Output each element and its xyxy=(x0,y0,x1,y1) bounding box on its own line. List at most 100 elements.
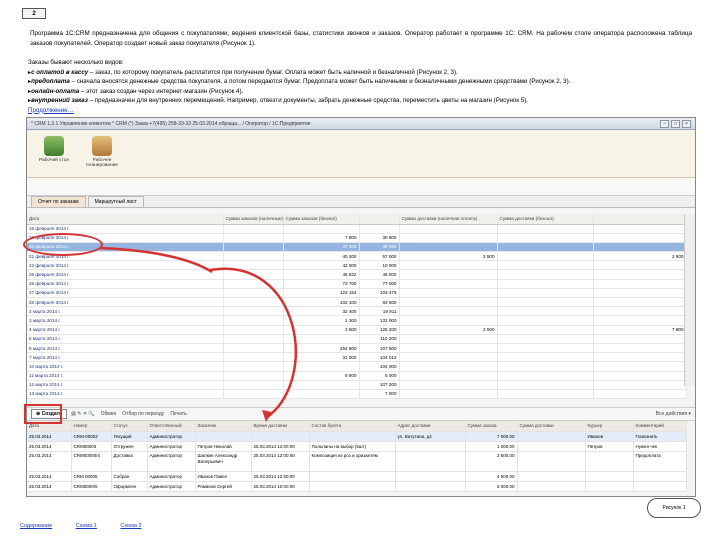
column-header[interactable]: Время доставки xyxy=(251,421,310,432)
table-cell: 6 марта 2014 г. xyxy=(27,343,224,354)
table-cell: 123 154 xyxy=(283,288,360,299)
table-cell: Петров Николай xyxy=(195,441,252,452)
table-cell xyxy=(593,380,687,390)
table-cell: Оформлен xyxy=(111,481,148,492)
table-row[interactable]: 19 февраля 2014 г. 7 800 30 800 xyxy=(27,233,687,243)
table-cell xyxy=(593,297,687,308)
table-cell: 104 000 xyxy=(359,361,400,372)
column-header[interactable]: Номер xyxy=(71,421,112,432)
table-cell: Администратор xyxy=(147,471,196,482)
table-row[interactable]: 28 февраля 2014 г. 102 100 92 500 xyxy=(27,297,687,308)
column-header[interactable]: Ответственный xyxy=(147,421,196,432)
table-cell: 2 500.00 xyxy=(465,451,518,472)
all-actions-menu[interactable]: Все действия ▾ xyxy=(656,411,691,417)
table-cell xyxy=(223,224,284,234)
table-row[interactable]: 3 марта 2014 г. 1 300 131 000 xyxy=(27,315,687,326)
table-row[interactable]: 25.03.2014 CRM0000/6 Оформлен Администратор… xyxy=(27,481,687,492)
column-header[interactable]: Сумма доставки (безнал) xyxy=(497,214,594,225)
create-button-highlight xyxy=(24,404,62,424)
table-row[interactable]: 25.03.2014 CRM 00005 Собран Администратор Ив… xyxy=(27,471,687,482)
table-row[interactable]: 20 февраля 2014 г. 37 400 39 450 xyxy=(27,242,687,253)
page-number: 2 xyxy=(22,8,46,19)
table-cell: CRM 00005 xyxy=(71,471,112,482)
close-icon[interactable]: × xyxy=(682,119,691,128)
table-row[interactable]: 25.03.2014 CRM00003 Отгружен Администратор П… xyxy=(27,441,687,452)
table-row[interactable]: 22 февраля 2014 г. 42 000 10 000 xyxy=(27,260,687,271)
table-row[interactable]: 12 марта 2014 г. 107 200 xyxy=(27,380,687,390)
table-row[interactable]: 13 марта 2014 г. 7 000 xyxy=(27,389,687,400)
types-heading: Заказы бывают несколько видов: xyxy=(28,59,124,66)
table-row[interactable]: 7 марта 2014 г. 31 000 104 012 xyxy=(27,352,687,363)
column-header[interactable]: Сумма заказов (безнал) xyxy=(283,214,360,225)
maximize-icon[interactable]: □ xyxy=(671,119,680,128)
table-cell xyxy=(399,288,498,299)
exchange-button[interactable]: Обмен xyxy=(101,411,117,417)
ribbon-desktop[interactable]: Рабочий стол xyxy=(35,136,73,163)
ribbon-planning[interactable]: Рабочее планирование xyxy=(83,136,121,168)
column-header[interactable]: Состав букета xyxy=(309,421,396,432)
column-header[interactable]: Сумма доставки (наличная оплата) xyxy=(399,214,498,225)
table-cell: 28 февраля 2014 г. xyxy=(27,297,224,308)
table-cell xyxy=(399,352,498,363)
minimize-icon[interactable]: – xyxy=(660,119,669,128)
column-header[interactable]: Заказчик xyxy=(195,421,252,432)
table-row[interactable]: 4 марта 2014 г. 3 500 125 200 3 500 7 800 xyxy=(27,325,687,335)
table-row[interactable]: 21 февраля 2014 г. 40 200 57 000 2 500 2 500 xyxy=(27,251,687,262)
column-header[interactable]: Дата xyxy=(27,214,224,225)
table-cell xyxy=(223,269,284,280)
table-row[interactable]: 26 февраля 2014 г. 73 700 77 000 xyxy=(27,279,687,289)
table-cell xyxy=(399,279,498,289)
table-cell xyxy=(223,288,284,299)
table-row[interactable]: 5 марта 2014 г. 110 200 xyxy=(27,334,687,344)
table-row[interactable]: 27 февраля 2014 г. 123 154 103 478 xyxy=(27,288,687,299)
table-cell: 27 февраля 2014 г. xyxy=(27,288,224,299)
footer-link-scheme2[interactable]: Схема 2 xyxy=(120,523,141,529)
column-header[interactable]: Сумма доставки xyxy=(517,421,586,432)
column-header[interactable]: Адрес доставки xyxy=(395,421,466,432)
column-header[interactable]: Комментарий xyxy=(633,421,687,432)
table-cell xyxy=(399,269,498,280)
intro-paragraph: Программа 1С:CRM предназначена для общен… xyxy=(30,30,692,47)
orders-summary-table: Дата Сумма заказов (наличные) Сумма заказо… xyxy=(27,214,687,400)
table-row[interactable]: 11 марта 2014 г. 8 800 5 000 xyxy=(27,371,687,381)
table-cell xyxy=(497,325,594,335)
table-cell: 107 500 xyxy=(359,343,400,354)
table-row[interactable]: 25.03.2014 CRM00000/4 Доставка Администрато… xyxy=(27,451,687,472)
footer-link-scheme1[interactable]: Схема 1 xyxy=(76,523,97,529)
table-cell xyxy=(497,389,594,400)
toolbar-icons[interactable]: ▤ ✎ ✕ 🔍 xyxy=(71,411,95,417)
table-row[interactable]: 25 февраля 2014 г. 46 822 46 000 xyxy=(27,269,687,280)
column-header[interactable]: Сумма заказов (наличные) xyxy=(223,214,284,225)
table-cell xyxy=(395,481,466,492)
column-header[interactable]: Статус xyxy=(111,421,148,432)
table-row[interactable]: 10 марта 2014 г. 104 000 xyxy=(27,361,687,372)
column-header[interactable]: Сумма заказа xyxy=(465,421,518,432)
table-row[interactable]: 2 марта 2014 г. 32 400 19 911 xyxy=(27,306,687,317)
table-cell xyxy=(593,288,687,299)
table-cell: Иванов xyxy=(585,431,634,442)
table-row[interactable]: 25.03.2014 CRM-00002 Текущий Администратор у… xyxy=(27,431,687,442)
orders-toolbar: ⊕ Создать ▤ ✎ ✕ 🔍 Обмен Отбор по периоду… xyxy=(27,407,695,421)
table-row[interactable]: 6 марта 2014 г. 254 800 107 500 xyxy=(27,343,687,354)
column-header[interactable] xyxy=(593,214,687,225)
table-cell: Романов Сергей xyxy=(195,481,252,492)
table-cell: 92 500 xyxy=(359,297,400,308)
table-cell xyxy=(195,431,252,442)
tab-route-sheet[interactable]: Маршрутный лист xyxy=(87,196,144,207)
footer-link-contents[interactable]: Содержание xyxy=(20,523,52,529)
column-header[interactable]: Курьер xyxy=(585,421,634,432)
more-link[interactable]: Продолжение… xyxy=(28,107,74,114)
column-header[interactable] xyxy=(359,214,400,225)
table-row[interactable]: 18 февраля 2014 г. xyxy=(27,224,687,234)
table-cell: 40 200 xyxy=(283,251,360,262)
tab-orders-report[interactable]: Отчет по заказам xyxy=(31,196,86,207)
table-cell: 25.03.2014 xyxy=(27,441,72,452)
table-cell: 18 февраля 2014 г. xyxy=(27,224,224,234)
vertical-scrollbar[interactable] xyxy=(684,214,695,386)
period-filter-button[interactable]: Отбор по периоду xyxy=(122,411,164,417)
table-cell xyxy=(593,224,687,234)
print-button[interactable]: Печать xyxy=(170,411,186,417)
table-cell xyxy=(497,371,594,381)
table-cell xyxy=(223,306,284,317)
table-cell xyxy=(593,306,687,317)
